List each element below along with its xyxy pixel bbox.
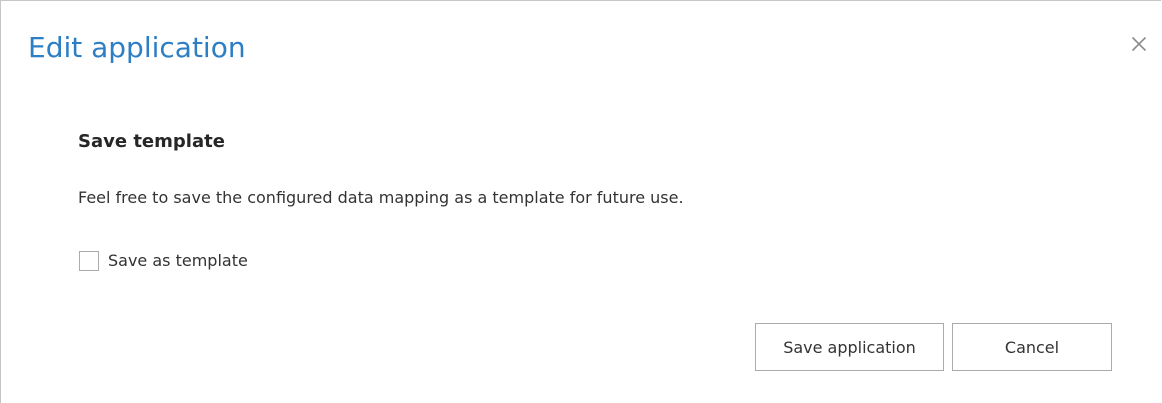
save-as-template-label: Save as template xyxy=(108,251,248,270)
close-icon xyxy=(1131,36,1147,52)
close-button[interactable] xyxy=(1125,30,1153,58)
save-as-template-checkbox[interactable] xyxy=(79,251,99,271)
save-application-button[interactable]: Save application xyxy=(755,323,944,371)
cancel-button[interactable]: Cancel xyxy=(952,323,1112,371)
save-as-template-option[interactable]: Save as template xyxy=(79,250,248,272)
edit-application-dialog: Edit application Save template Feel free… xyxy=(0,0,1161,403)
section-heading: Save template xyxy=(78,131,225,152)
dialog-title: Edit application xyxy=(28,31,246,64)
section-description: Feel free to save the configured data ma… xyxy=(78,188,684,207)
